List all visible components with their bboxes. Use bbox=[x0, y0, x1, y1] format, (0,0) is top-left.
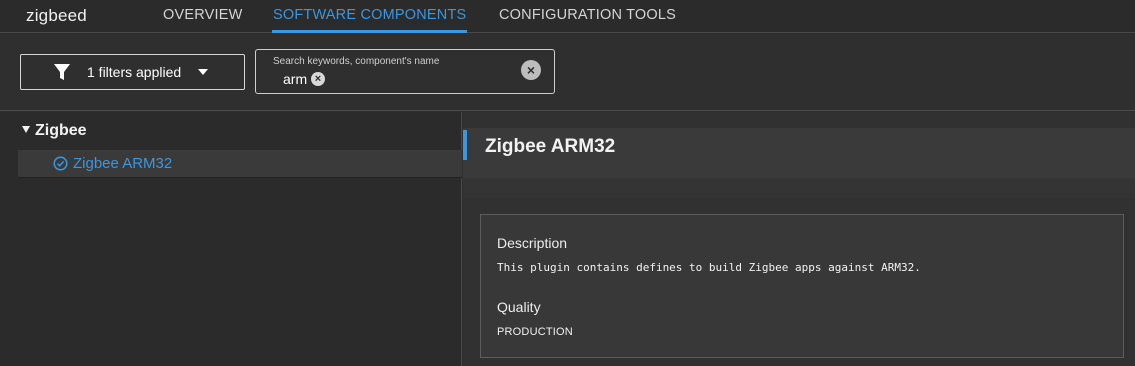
active-tab-indicator bbox=[272, 30, 467, 33]
detail-header: Zigbee ARM32 bbox=[463, 128, 1135, 178]
component-detail-panel: Zigbee ARM32 Description This plugin con… bbox=[463, 112, 1135, 366]
tree-item-label: Zigbee ARM32 bbox=[73, 155, 173, 172]
app-title: zigbeed bbox=[26, 6, 87, 25]
filters-applied-label: 1 filters applied bbox=[87, 64, 182, 80]
tree-group-zigbee[interactable]: Zigbee bbox=[22, 122, 87, 140]
header-accent-bar bbox=[463, 130, 467, 160]
search-input[interactable]: Search keywords, component's name arm × … bbox=[255, 49, 555, 94]
expand-arrow-icon[interactable] bbox=[22, 126, 30, 133]
search-chip-label: arm bbox=[283, 71, 308, 87]
tab-software-components[interactable]: SOFTWARE COMPONENTS bbox=[273, 7, 466, 23]
top-nav-bar: zigbeed OVERVIEW SOFTWARE COMPONENTS CON… bbox=[0, 0, 1135, 33]
description-label: Description bbox=[497, 235, 568, 251]
check-circle-icon bbox=[53, 156, 68, 171]
tab-configuration-tools[interactable]: CONFIGURATION TOOLS bbox=[499, 7, 676, 23]
clear-search-icon[interactable]: × bbox=[521, 60, 541, 80]
quality-value: PRODUCTION bbox=[497, 326, 573, 338]
component-tree-panel: Zigbee Zigbee ARM32 bbox=[0, 112, 462, 366]
filter-toolbar: 1 filters applied Search keywords, compo… bbox=[0, 34, 1135, 111]
funnel-icon bbox=[54, 64, 70, 80]
tab-overview[interactable]: OVERVIEW bbox=[163, 7, 243, 23]
quality-label: Quality bbox=[497, 299, 541, 315]
tree-group-label: Zigbee bbox=[35, 122, 87, 139]
detail-separator bbox=[463, 178, 1135, 198]
search-placeholder: Search keywords, component's name bbox=[273, 56, 440, 67]
chip-remove-icon[interactable]: × bbox=[311, 72, 325, 86]
description-text: This plugin contains defines to build Zi… bbox=[497, 261, 921, 274]
tree-item-zigbee-arm32[interactable]: Zigbee ARM32 bbox=[18, 150, 462, 178]
caret-down-icon bbox=[198, 69, 208, 75]
detail-title: Zigbee ARM32 bbox=[485, 136, 616, 157]
detail-card: Description This plugin contains defines… bbox=[480, 214, 1124, 358]
filters-dropdown-button[interactable]: 1 filters applied bbox=[20, 54, 245, 90]
